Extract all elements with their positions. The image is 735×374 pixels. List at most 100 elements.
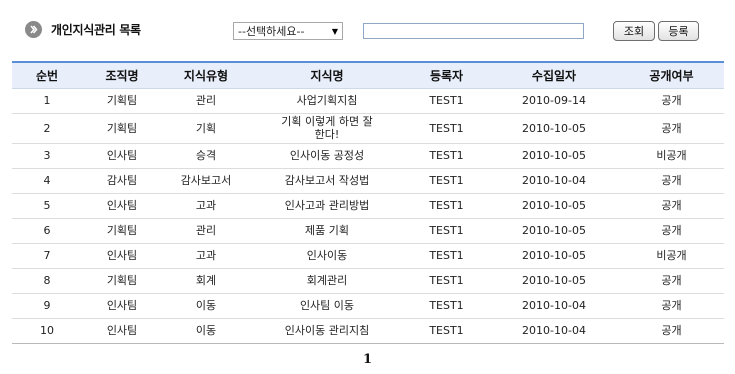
column-header-author: 등록자 bbox=[404, 61, 489, 89]
cell-author: TEST1 bbox=[404, 293, 489, 319]
cell-no: 3 bbox=[12, 143, 82, 169]
page-title: 개인지식관리 목록 bbox=[51, 23, 141, 37]
table-row[interactable]: 5 인사팀 고과 인사고과 관리방법 TEST1 2010-10-05 공개 bbox=[12, 193, 724, 219]
column-header-date: 수집일자 bbox=[489, 61, 619, 89]
category-select-value: --선택하세요-- bbox=[238, 25, 305, 38]
cell-author: TEST1 bbox=[404, 218, 489, 244]
table-header-row: 순번 조직명 지식유형 지식명 등록자 수집일자 공개여부 bbox=[12, 61, 724, 89]
title-area: 개인지식관리 목록 bbox=[25, 21, 141, 38]
table-row[interactable]: 2 기획팀 기획 기획 이렇게 하면 잘 한다! TEST1 2010-10-05 공개 bbox=[12, 113, 724, 144]
table-row[interactable]: 1 기획팀 관리 사업기획지침 TEST1 2010-09-14 공개 bbox=[12, 88, 724, 114]
cell-type: 이동 bbox=[162, 318, 250, 344]
chevron-right-circle-icon bbox=[25, 21, 42, 38]
cell-date: 2010-10-05 bbox=[489, 218, 619, 244]
cell-date: 2010-10-05 bbox=[489, 268, 619, 294]
pagination: 1 bbox=[0, 352, 735, 367]
cell-name[interactable]: 인사이동 공정성 bbox=[250, 143, 404, 169]
cell-author: TEST1 bbox=[404, 243, 489, 269]
cell-no: 5 bbox=[12, 193, 82, 219]
table-body: 1 기획팀 관리 사업기획지침 TEST1 2010-09-14 공개 2 기획팀 기획 기획 이렇… bbox=[12, 88, 724, 344]
cell-org: 기획팀 bbox=[82, 113, 162, 144]
search-button[interactable]: 조회 bbox=[613, 21, 655, 41]
table-row[interactable]: 6 기획팀 관리 제품 기획 TEST1 2010-10-05 공개 bbox=[12, 218, 724, 244]
cell-type: 회계 bbox=[162, 268, 250, 294]
cell-date: 2010-10-05 bbox=[489, 143, 619, 169]
cell-author: TEST1 bbox=[404, 168, 489, 194]
cell-date: 2010-09-14 bbox=[489, 88, 619, 114]
cell-public: 공개 bbox=[619, 293, 724, 319]
cell-org: 기획팀 bbox=[82, 88, 162, 114]
cell-org: 감사팀 bbox=[82, 168, 162, 194]
cell-date: 2010-10-05 bbox=[489, 193, 619, 219]
cell-type: 승격 bbox=[162, 143, 250, 169]
cell-date: 2010-10-04 bbox=[489, 293, 619, 319]
cell-author: TEST1 bbox=[404, 113, 489, 144]
search-input[interactable] bbox=[363, 23, 584, 39]
cell-type: 관리 bbox=[162, 88, 250, 114]
cell-public: 공개 bbox=[619, 168, 724, 194]
cell-name[interactable]: 감사보고서 작성법 bbox=[250, 168, 404, 194]
cell-name[interactable]: 인사이동 관리지침 bbox=[250, 318, 404, 344]
cell-org: 인사팀 bbox=[82, 193, 162, 219]
toolbar: 개인지식관리 목록 --선택하세요-- ▼ 조회 등록 bbox=[0, 0, 735, 56]
column-header-no: 순번 bbox=[12, 61, 82, 89]
column-header-name: 지식명 bbox=[250, 61, 404, 89]
cell-date: 2010-10-05 bbox=[489, 113, 619, 144]
cell-no: 4 bbox=[12, 168, 82, 194]
table-row[interactable]: 7 인사팀 고과 인사이동 TEST1 2010-10-05 비공개 bbox=[12, 243, 724, 269]
cell-org: 인사팀 bbox=[82, 293, 162, 319]
cell-org: 인사팀 bbox=[82, 243, 162, 269]
cell-public: 공개 bbox=[619, 88, 724, 114]
cell-author: TEST1 bbox=[404, 193, 489, 219]
cell-author: TEST1 bbox=[404, 88, 489, 114]
cell-type: 고과 bbox=[162, 243, 250, 269]
column-header-type: 지식유형 bbox=[162, 61, 250, 89]
cell-name[interactable]: 기획 이렇게 하면 잘 한다! bbox=[250, 113, 404, 144]
cell-no: 10 bbox=[12, 318, 82, 344]
cell-no: 2 bbox=[12, 113, 82, 144]
page-number-current[interactable]: 1 bbox=[363, 352, 372, 367]
cell-type: 관리 bbox=[162, 218, 250, 244]
cell-type: 감사보고서 bbox=[162, 168, 250, 194]
cell-type: 이동 bbox=[162, 293, 250, 319]
cell-date: 2010-10-04 bbox=[489, 318, 619, 344]
cell-author: TEST1 bbox=[404, 268, 489, 294]
register-button[interactable]: 등록 bbox=[658, 21, 699, 41]
cell-name[interactable]: 회계관리 bbox=[250, 268, 404, 294]
cell-date: 2010-10-05 bbox=[489, 243, 619, 269]
cell-public: 비공개 bbox=[619, 243, 724, 269]
cell-org: 인사팀 bbox=[82, 318, 162, 344]
cell-public: 공개 bbox=[619, 218, 724, 244]
table-row[interactable]: 9 인사팀 이동 인사팀 이동 TEST1 2010-10-04 공개 bbox=[12, 293, 724, 319]
cell-name[interactable]: 인사고과 관리방법 bbox=[250, 193, 404, 219]
cell-author: TEST1 bbox=[404, 143, 489, 169]
cell-no: 9 bbox=[12, 293, 82, 319]
cell-org: 기획팀 bbox=[82, 218, 162, 244]
triangle-down-icon[interactable]: ▼ bbox=[328, 27, 342, 36]
column-header-public: 공개여부 bbox=[619, 61, 724, 89]
cell-name[interactable]: 제품 기획 bbox=[250, 218, 404, 244]
cell-type: 기획 bbox=[162, 113, 250, 144]
cell-no: 8 bbox=[12, 268, 82, 294]
table-row[interactable]: 10 인사팀 이동 인사이동 관리지침 TEST1 2010-10-04 공개 bbox=[12, 318, 724, 344]
table-row[interactable]: 8 기획팀 회계 회계관리 TEST1 2010-10-05 공개 bbox=[12, 268, 724, 294]
cell-type: 고과 bbox=[162, 193, 250, 219]
cell-public: 비공개 bbox=[619, 143, 724, 169]
knowledge-table: 순번 조직명 지식유형 지식명 등록자 수집일자 공개여부 1 기획팀 관리 사업기획지침 TEST… bbox=[12, 61, 724, 344]
cell-name[interactable]: 인사팀 이동 bbox=[250, 293, 404, 319]
cell-public: 공개 bbox=[619, 193, 724, 219]
cell-no: 7 bbox=[12, 243, 82, 269]
cell-public: 공개 bbox=[619, 318, 724, 344]
table-row[interactable]: 4 감사팀 감사보고서 감사보고서 작성법 TEST1 2010-10-04 공개 bbox=[12, 168, 724, 194]
cell-name[interactable]: 사업기획지침 bbox=[250, 88, 404, 114]
cell-author: TEST1 bbox=[404, 318, 489, 344]
cell-public: 공개 bbox=[619, 268, 724, 294]
cell-no: 6 bbox=[12, 218, 82, 244]
cell-org: 인사팀 bbox=[82, 143, 162, 169]
cell-name[interactable]: 인사이동 bbox=[250, 243, 404, 269]
cell-public: 공개 bbox=[619, 113, 724, 144]
table-row[interactable]: 3 인사팀 승격 인사이동 공정성 TEST1 2010-10-05 비공개 bbox=[12, 143, 724, 169]
column-header-org: 조직명 bbox=[82, 61, 162, 89]
knowledge-table-container: 순번 조직명 지식유형 지식명 등록자 수집일자 공개여부 1 기획팀 관리 사업기획지침 TEST… bbox=[12, 61, 724, 344]
category-select[interactable]: --선택하세요-- ▼ bbox=[233, 22, 343, 40]
